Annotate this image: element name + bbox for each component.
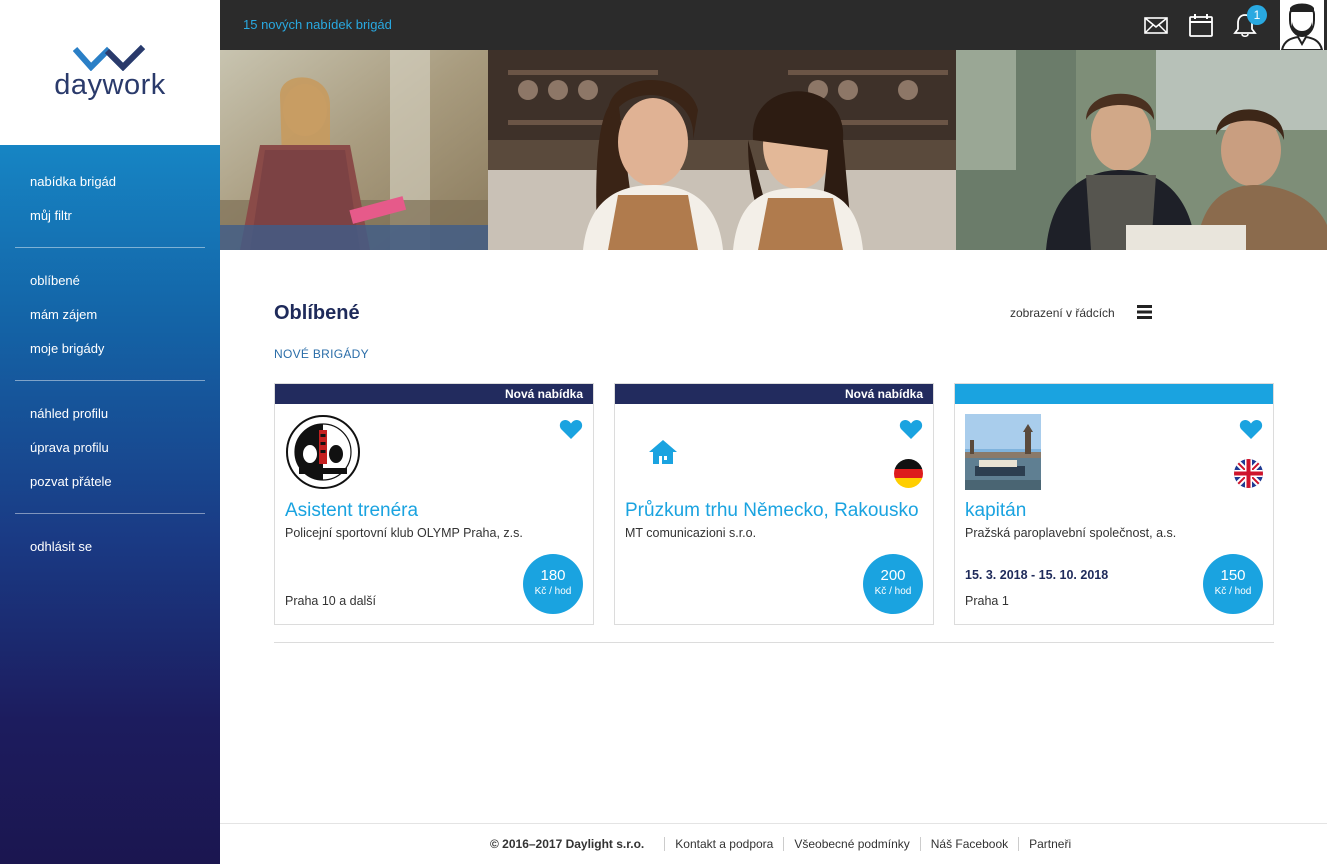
notification-badge: 1 <box>1247 5 1267 25</box>
envelope-icon[interactable] <box>1143 12 1169 38</box>
job-card[interactable]: Nová nabídka Asistent trenéra Policejní … <box>274 383 594 625</box>
page-title: Oblíbené <box>274 302 360 324</box>
list-view-icon[interactable] <box>1137 305 1152 319</box>
company-logo-olymp <box>286 415 360 489</box>
uk-flag-icon <box>1234 459 1263 488</box>
job-card[interactable]: Nová nabídka Průzkum trhu Německo, Rakou… <box>614 383 934 625</box>
divider <box>15 380 205 381</box>
favorite-heart-icon[interactable] <box>899 418 923 440</box>
house-icon <box>649 440 677 464</box>
footer-link-facebook[interactable]: Náš Facebook <box>921 837 1020 851</box>
view-toggle-label[interactable]: zobrazení v řádcích <box>1010 306 1115 320</box>
sidebar-item-invite-friends[interactable]: pozvat přátele <box>0 469 220 503</box>
job-location: Praha 10 a další <box>285 594 377 608</box>
favorite-heart-icon[interactable] <box>1239 418 1263 440</box>
job-title-link[interactable]: Průzkum trhu Německo, Rakousko <box>625 500 919 522</box>
sidebar: daywork nabídka brigád můj filtr oblíben… <box>0 0 220 864</box>
logo[interactable]: daywork <box>0 0 220 145</box>
job-card[interactable]: kapitán Pražská paroplavební společnost,… <box>954 383 1274 625</box>
card-header-bar <box>955 384 1273 404</box>
company-name: Pražská paroplavební společnost, a.s. <box>965 526 1177 540</box>
top-bar: 15 nových nabídek brigád 1 <box>220 0 1327 50</box>
brand-name: daywork <box>54 69 166 101</box>
company-photo-boat <box>965 414 1041 490</box>
rate-value: 200 <box>880 567 906 584</box>
rate-value: 150 <box>1220 567 1246 584</box>
hourly-rate-badge: 200 Kč / hod <box>863 554 923 614</box>
hero-banner <box>220 50 1327 250</box>
new-offer-badge: Nová nabídka <box>615 384 933 404</box>
section-label: NOVÉ BRIGÁDY <box>274 347 369 361</box>
new-offers-link[interactable]: 15 nových nabídek brigád <box>243 17 392 32</box>
hourly-rate-badge: 150 Kč / hod <box>1203 554 1263 614</box>
daywork-logo-icon <box>73 44 146 71</box>
footer-link-terms[interactable]: Všeobecné podmínky <box>784 837 921 851</box>
footer-link-contact[interactable]: Kontakt a podpora <box>665 837 785 851</box>
new-offer-badge: Nová nabídka <box>275 384 593 404</box>
germany-flag-icon <box>894 459 923 488</box>
company-name: MT comunicazioni s.r.o. <box>625 526 757 540</box>
rate-unit: Kč / hod <box>1214 586 1252 597</box>
calendar-icon[interactable] <box>1188 12 1214 38</box>
hero-image-men-reading <box>956 50 1327 250</box>
divider <box>15 247 205 248</box>
rate-unit: Kč / hod <box>534 586 572 597</box>
footer-link-partners[interactable]: Partneři <box>1019 837 1081 851</box>
sidebar-nav: nabídka brigád můj filtr oblíbené mám zá… <box>0 145 220 864</box>
job-title-link[interactable]: kapitán <box>965 500 1026 522</box>
sidebar-item-job-offers[interactable]: nabídka brigád <box>0 169 220 203</box>
sidebar-item-interested[interactable]: mám zájem <box>0 302 220 336</box>
rate-value: 180 <box>540 567 566 584</box>
favorite-heart-icon[interactable] <box>559 418 583 440</box>
sidebar-item-my-filter[interactable]: můj filtr <box>0 203 220 237</box>
company-name: Policejní sportovní klub OLYMP Praha, z.… <box>285 526 523 540</box>
sidebar-item-edit-profile[interactable]: úprava profilu <box>0 435 220 469</box>
sidebar-item-logout[interactable]: odhlásit se <box>0 534 220 568</box>
divider <box>15 513 205 514</box>
job-title-link[interactable]: Asistent trenéra <box>285 500 418 522</box>
hero-image-baristas <box>488 50 956 250</box>
hero-image-girl-tablet <box>220 50 488 250</box>
footer: © 2016–2017 Daylight s.r.o. Kontakt a po… <box>220 823 1327 864</box>
sidebar-item-my-jobs[interactable]: moje brigády <box>0 336 220 370</box>
divider <box>274 642 1274 643</box>
avatar-icon[interactable] <box>1280 0 1324 50</box>
job-location: Praha 1 <box>965 594 1009 608</box>
job-date-range: 15. 3. 2018 - 15. 10. 2018 <box>965 568 1109 582</box>
sidebar-item-favorites[interactable]: oblíbené <box>0 268 220 302</box>
hourly-rate-badge: 180 Kč / hod <box>523 554 583 614</box>
copyright: © 2016–2017 Daylight s.r.o. <box>480 837 666 851</box>
rate-unit: Kč / hod <box>874 586 912 597</box>
sidebar-item-profile-preview[interactable]: náhled profilu <box>0 401 220 435</box>
